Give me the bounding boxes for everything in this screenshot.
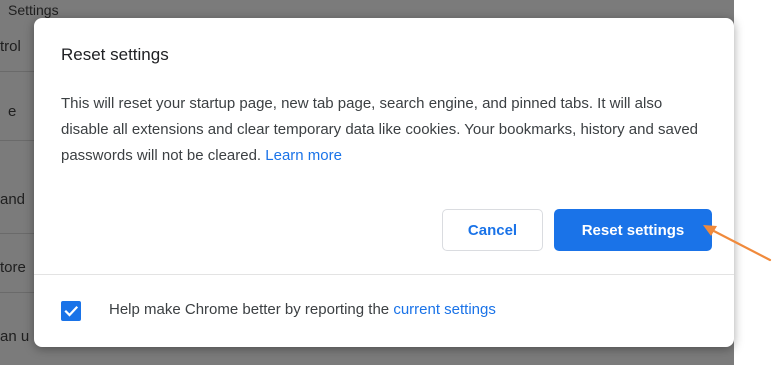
background-text-tore: tore <box>0 259 26 276</box>
report-settings-label: Help make Chrome better by reporting the… <box>109 301 496 318</box>
dialog-footer-divider <box>34 274 734 275</box>
checkmark-icon <box>64 305 79 317</box>
cancel-button[interactable]: Cancel <box>442 209 543 251</box>
background-settings-text: Settings <box>8 2 59 18</box>
background-text-trol: trol <box>0 38 21 55</box>
current-settings-link[interactable]: current settings <box>393 301 496 318</box>
dialog-description: This will reset your startup page, new t… <box>61 91 713 169</box>
background-right-panel <box>734 0 772 365</box>
dialog-body-text: This will reset your startup page, new t… <box>61 95 699 164</box>
dialog-title: Reset settings <box>61 45 169 64</box>
reset-settings-dialog: Reset settings This will reset your star… <box>34 18 734 347</box>
learn-more-link[interactable]: Learn more <box>265 147 342 164</box>
background-text-and: and <box>0 191 26 208</box>
background-text-e: e <box>8 103 17 120</box>
reset-settings-button[interactable]: Reset settings <box>554 209 712 251</box>
report-settings-checkbox[interactable] <box>61 301 81 321</box>
background-text-an-u: an u <box>0 328 30 345</box>
arrow-icon <box>703 225 772 262</box>
checkbox-text: Help make Chrome better by reporting the <box>109 301 394 318</box>
